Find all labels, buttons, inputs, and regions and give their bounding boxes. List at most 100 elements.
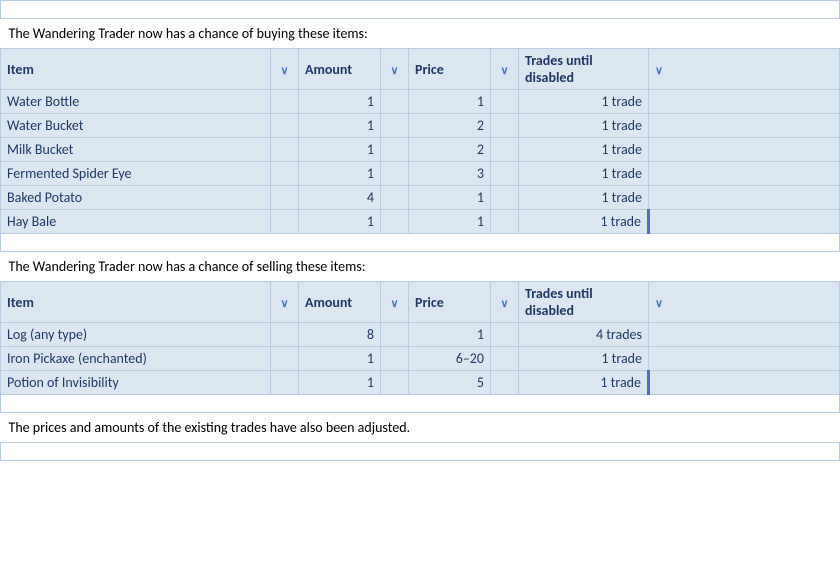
buying-row-1: Water Bottle 1 1 1 trade (1, 90, 840, 114)
buying-amount-2: 1 (299, 114, 381, 138)
buying-extra-5 (649, 186, 840, 210)
selling-row-1: Log (any type) 8 1 4 trades (1, 323, 840, 347)
amount-dropdown-arrow[interactable]: ∨ (280, 64, 288, 77)
buying-trades-extra-header[interactable]: ∨ (649, 49, 840, 90)
trades-extra-dropdown-arrow[interactable]: ∨ (655, 64, 663, 77)
buying-extra-4 (649, 162, 840, 186)
selling-price-arrow-1 (381, 323, 409, 347)
buying-amount-header: Amount (299, 49, 381, 90)
empty-row-final (1, 443, 840, 461)
selling-amount-arrow-3 (271, 371, 299, 395)
buying-extra-3 (649, 138, 840, 162)
buying-price-arrow-3 (381, 138, 409, 162)
buying-extra-6 (649, 210, 840, 234)
buying-amount-arrow-2 (271, 114, 299, 138)
selling-trades-extra-header[interactable]: ∨ (649, 282, 840, 323)
selling-row-2: Iron Pickaxe (enchanted) 1 6–20 1 trade (1, 347, 840, 371)
selling-trades-dropdown-arrow[interactable]: ∨ (500, 297, 508, 310)
buying-price-arrow-header[interactable]: ∨ (381, 49, 409, 90)
selling-price-arrow-header[interactable]: ∨ (381, 282, 409, 323)
footer-notice-row: The prices and amounts of the existing t… (1, 413, 840, 443)
buying-trades-arrow-1 (491, 90, 519, 114)
buying-item-3: Milk Bucket (1, 138, 271, 162)
selling-item-3: Potion of Invisibility (1, 371, 271, 395)
selling-amount-arrow-1 (271, 323, 299, 347)
selling-price-3: 5 (409, 371, 491, 395)
buying-row-5: Baked Potato 4 1 1 trade (1, 186, 840, 210)
selling-trades-2: 1 trade (519, 347, 649, 371)
buying-price-4: 3 (409, 162, 491, 186)
buying-price-header: Price (409, 49, 491, 90)
buying-notice-cell: The Wandering Trader now has a chance of… (1, 19, 840, 49)
selling-trades-arrow-3 (491, 371, 519, 395)
buying-item-5: Baked Potato (1, 186, 271, 210)
buying-trades-2: 1 trade (519, 114, 649, 138)
selling-amount-3: 1 (299, 371, 381, 395)
buying-price-arrow-2 (381, 114, 409, 138)
buying-item-6: Hay Bale (1, 210, 271, 234)
buying-price-arrow-4 (381, 162, 409, 186)
buying-amount-arrow-6 (271, 210, 299, 234)
empty-row-top (1, 1, 840, 19)
buying-price-3: 2 (409, 138, 491, 162)
selling-price-1: 1 (409, 323, 491, 347)
selling-item-2: Iron Pickaxe (enchanted) (1, 347, 271, 371)
selling-amount-2: 1 (299, 347, 381, 371)
selling-trades-1: 4 trades (519, 323, 649, 347)
buying-price-2: 2 (409, 114, 491, 138)
buying-row-4: Fermented Spider Eye 1 3 1 trade (1, 162, 840, 186)
selling-amount-arrow-header[interactable]: ∨ (271, 282, 299, 323)
selling-trades-extra-dropdown-arrow[interactable]: ∨ (655, 297, 663, 310)
selling-notice-row: The Wandering Trader now has a chance of… (1, 252, 840, 282)
empty-row-middle (1, 234, 840, 252)
buying-item-2: Water Bucket (1, 114, 271, 138)
buying-amount-4: 1 (299, 162, 381, 186)
buying-header-row: Item ∨ Amount ∨ Price ∨ Trades until dis… (1, 49, 840, 90)
buying-notice-text: The Wandering Trader now has a chance of… (9, 25, 368, 42)
selling-notice-text: The Wandering Trader now has a chance of… (9, 258, 366, 275)
buying-trades-6: 1 trade (519, 210, 649, 234)
buying-amount-arrow-5 (271, 186, 299, 210)
selling-amount-dropdown-arrow[interactable]: ∨ (280, 297, 288, 310)
footer-notice-text: The prices and amounts of the existing t… (9, 419, 411, 436)
selling-amount-arrow-2 (271, 347, 299, 371)
selling-price-header: Price (409, 282, 491, 323)
main-container: The Wandering Trader now has a chance of… (0, 0, 840, 562)
buying-extra-1 (649, 90, 840, 114)
selling-amount-1: 8 (299, 323, 381, 347)
selling-item-header: Item (1, 282, 271, 323)
buying-trades-arrow-5 (491, 186, 519, 210)
buying-price-1: 1 (409, 90, 491, 114)
spreadsheet: The Wandering Trader now has a chance of… (0, 0, 840, 461)
buying-row-3: Milk Bucket 1 2 1 trade (1, 138, 840, 162)
price-dropdown-arrow[interactable]: ∨ (390, 64, 398, 77)
buying-trades-4: 1 trade (519, 162, 649, 186)
buying-amount-5: 4 (299, 186, 381, 210)
buying-amount-arrow-3 (271, 138, 299, 162)
selling-extra-3 (649, 371, 840, 395)
trades-dropdown-arrow[interactable]: ∨ (500, 64, 508, 77)
buying-price-arrow-6 (381, 210, 409, 234)
selling-trades-header: Trades until disabled (519, 282, 649, 323)
buying-amount-arrow-4 (271, 162, 299, 186)
selling-price-arrow-3 (381, 371, 409, 395)
buying-item-header: Item (1, 49, 271, 90)
buying-row-2: Water Bucket 1 2 1 trade (1, 114, 840, 138)
selling-extra-1 (649, 323, 840, 347)
selling-trades-3: 1 trade (519, 371, 649, 395)
selling-trades-arrow-1 (491, 323, 519, 347)
buying-row-6: Hay Bale 1 1 1 trade (1, 210, 840, 234)
buying-amount-arrow-1 (271, 90, 299, 114)
selling-price-2: 6–20 (409, 347, 491, 371)
buying-trades-arrow-2 (491, 114, 519, 138)
buying-price-arrow-1 (381, 90, 409, 114)
buying-amount-arrow-header[interactable]: ∨ (271, 49, 299, 90)
buying-item-1: Water Bottle (1, 90, 271, 114)
buying-amount-1: 1 (299, 90, 381, 114)
selling-item-1: Log (any type) (1, 323, 271, 347)
selling-row-3: Potion of Invisibility 1 5 1 trade (1, 371, 840, 395)
buying-trades-1: 1 trade (519, 90, 649, 114)
buying-trades-arrow-header[interactable]: ∨ (491, 49, 519, 90)
selling-price-dropdown-arrow[interactable]: ∨ (390, 297, 398, 310)
selling-trades-arrow-header[interactable]: ∨ (491, 282, 519, 323)
